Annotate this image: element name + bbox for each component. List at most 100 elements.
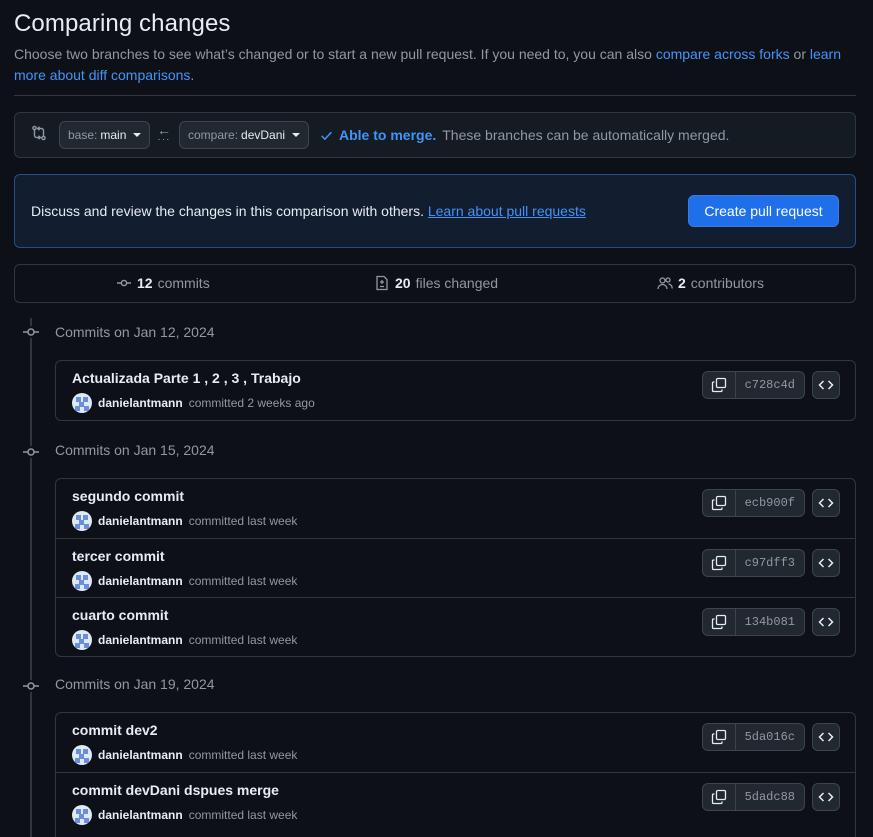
- git-compare-icon: [32, 125, 46, 141]
- avatar[interactable]: [72, 393, 92, 413]
- commit-meta: danielantmann committed last week: [72, 511, 297, 531]
- copy-sha-button[interactable]: [703, 550, 736, 576]
- sha-button-group: c728c4d: [701, 371, 805, 399]
- commit-group-date: Commits on Jan 15, 2024: [55, 442, 215, 458]
- contributors-tab[interactable]: 2 contributors: [657, 275, 764, 291]
- commit-group-date: Commits on Jan 12, 2024: [55, 324, 215, 340]
- learn-pr-link[interactable]: Learn about pull requests: [428, 203, 586, 219]
- avatar[interactable]: [72, 511, 92, 531]
- subtitle-or: or: [789, 46, 810, 62]
- commit-message-link[interactable]: commit devDani dspues merge: [72, 782, 279, 798]
- code-icon: [818, 617, 834, 627]
- commit-group-date: Commits on Jan 19, 2024: [55, 676, 215, 692]
- base-value: main: [100, 128, 127, 142]
- commit-time: committed last week: [188, 514, 298, 528]
- page-subtitle: Choose two branches to see what’s change…: [14, 44, 854, 86]
- commit-group: segundo commit danielantmann committed l…: [55, 478, 856, 657]
- code-icon: [818, 380, 834, 390]
- banner-text: Discuss and review the changes in this c…: [31, 203, 424, 219]
- commit-sha-link[interactable]: ecb900f: [736, 490, 804, 516]
- merge-status-detail: These branches can be automatically merg…: [442, 127, 730, 143]
- sha-button-group: ecb900f: [701, 489, 805, 517]
- base-branch-select[interactable]: base: main: [59, 121, 151, 149]
- caret-down-icon: [292, 133, 301, 137]
- commit-author-link[interactable]: danielantmann: [98, 514, 183, 528]
- code-icon: [818, 558, 834, 568]
- copy-sha-button[interactable]: [703, 609, 736, 635]
- commit-time: committed last week: [188, 633, 298, 647]
- file-diff-icon: [376, 275, 388, 291]
- commit-row: segundo commit danielantmann committed l…: [56, 479, 855, 538]
- copy-sha-button[interactable]: [703, 372, 736, 398]
- copy-sha-button[interactable]: [703, 490, 736, 516]
- commit-sha-link[interactable]: c97dff3: [736, 550, 804, 576]
- commit-row: cuarto commit danielantmann committed la…: [56, 597, 855, 656]
- create-pull-request-button[interactable]: Create pull request: [688, 195, 839, 227]
- timeline-line: [30, 318, 32, 837]
- avatar[interactable]: [72, 571, 92, 591]
- browse-repo-button[interactable]: [812, 608, 840, 636]
- commit-meta: danielantmann committed last week: [72, 571, 297, 591]
- commit-meta: danielantmann committed last week: [72, 630, 297, 650]
- contributors-count: 2: [678, 275, 686, 291]
- commit-group: commit dev2 danielantmann committed last…: [55, 712, 856, 837]
- commit-message-link[interactable]: segundo commit: [72, 488, 184, 504]
- copy-icon: [711, 555, 726, 571]
- copy-icon: [711, 495, 726, 511]
- avatar[interactable]: [72, 745, 92, 765]
- copy-sha-button[interactable]: [703, 784, 736, 810]
- commit-author-link[interactable]: danielantmann: [98, 574, 183, 588]
- files-count: 20: [395, 275, 411, 291]
- copy-icon: [711, 789, 726, 805]
- commit-sha-link[interactable]: 134b081: [736, 609, 804, 635]
- browse-repo-button[interactable]: [812, 549, 840, 577]
- commit-row: commit devDani dspues merge danielantman…: [56, 772, 855, 831]
- subtitle-text: Choose two branches to see what’s change…: [14, 46, 656, 62]
- browse-repo-button[interactable]: [812, 371, 840, 399]
- code-icon: [818, 498, 834, 508]
- banner-message: Discuss and review the changes in this c…: [31, 203, 586, 219]
- commit-author-link[interactable]: danielantmann: [98, 633, 183, 647]
- commit-time: committed last week: [188, 574, 298, 588]
- browse-repo-button[interactable]: [812, 783, 840, 811]
- commit-author-link[interactable]: danielantmann: [98, 396, 183, 410]
- copy-sha-button[interactable]: [703, 724, 736, 750]
- commit-row: Actualizada Parte 1 , 2 , 3 , Trabajo da…: [56, 361, 855, 420]
- commit-author-link[interactable]: danielantmann: [98, 808, 183, 822]
- contributors-label: contributors: [690, 275, 764, 291]
- compare-prefix: compare:: [188, 128, 239, 142]
- commit-author-link[interactable]: danielantmann: [98, 748, 183, 762]
- page-title: Comparing changes: [14, 10, 231, 37]
- commit-sha-link[interactable]: 5dadc88: [736, 784, 804, 810]
- files-changed-tab[interactable]: 20 files changed: [374, 275, 498, 291]
- sha-button-group: 134b081: [701, 608, 805, 636]
- avatar[interactable]: [72, 630, 92, 650]
- sha-button-group: c97dff3: [701, 549, 805, 577]
- git-commit-icon: [22, 446, 40, 458]
- commit-message-link[interactable]: tercer commit: [72, 548, 165, 564]
- compare-branch-select[interactable]: compare: devDani: [179, 121, 310, 149]
- commit-message-link[interactable]: cuarto commit: [72, 607, 168, 623]
- commit-sha-link[interactable]: c728c4d: [736, 372, 804, 398]
- base-prefix: base:: [68, 128, 98, 142]
- browse-repo-button[interactable]: [812, 723, 840, 751]
- create-pr-banner: Discuss and review the changes in this c…: [14, 174, 856, 248]
- merge-status-label: Able to merge.: [339, 127, 437, 143]
- sha-button-group: 5dadc88: [701, 783, 805, 811]
- compare-across-forks-link[interactable]: compare across forks: [656, 46, 790, 62]
- browse-repo-button[interactable]: [812, 489, 840, 517]
- people-icon: [657, 277, 673, 290]
- copy-icon: [711, 729, 726, 745]
- arrow-left-icon: ← ···: [157, 122, 171, 145]
- commit-sha-link[interactable]: 5da016c: [736, 724, 804, 750]
- commit-meta: danielantmann committed last week: [72, 745, 297, 765]
- overall-summary: 12 commits 20 files changed 2 contributo…: [14, 264, 856, 303]
- code-icon: [818, 732, 834, 742]
- commit-message-link[interactable]: commit dev2: [72, 722, 158, 738]
- avatar[interactable]: [72, 805, 92, 825]
- commit-time: committed last week: [188, 748, 298, 762]
- commit-message-link[interactable]: Actualizada Parte 1 , 2 , 3 , Trabajo: [72, 370, 301, 386]
- commits-tab[interactable]: 12 commits: [116, 275, 210, 291]
- code-icon: [818, 792, 834, 802]
- copy-icon: [711, 377, 726, 393]
